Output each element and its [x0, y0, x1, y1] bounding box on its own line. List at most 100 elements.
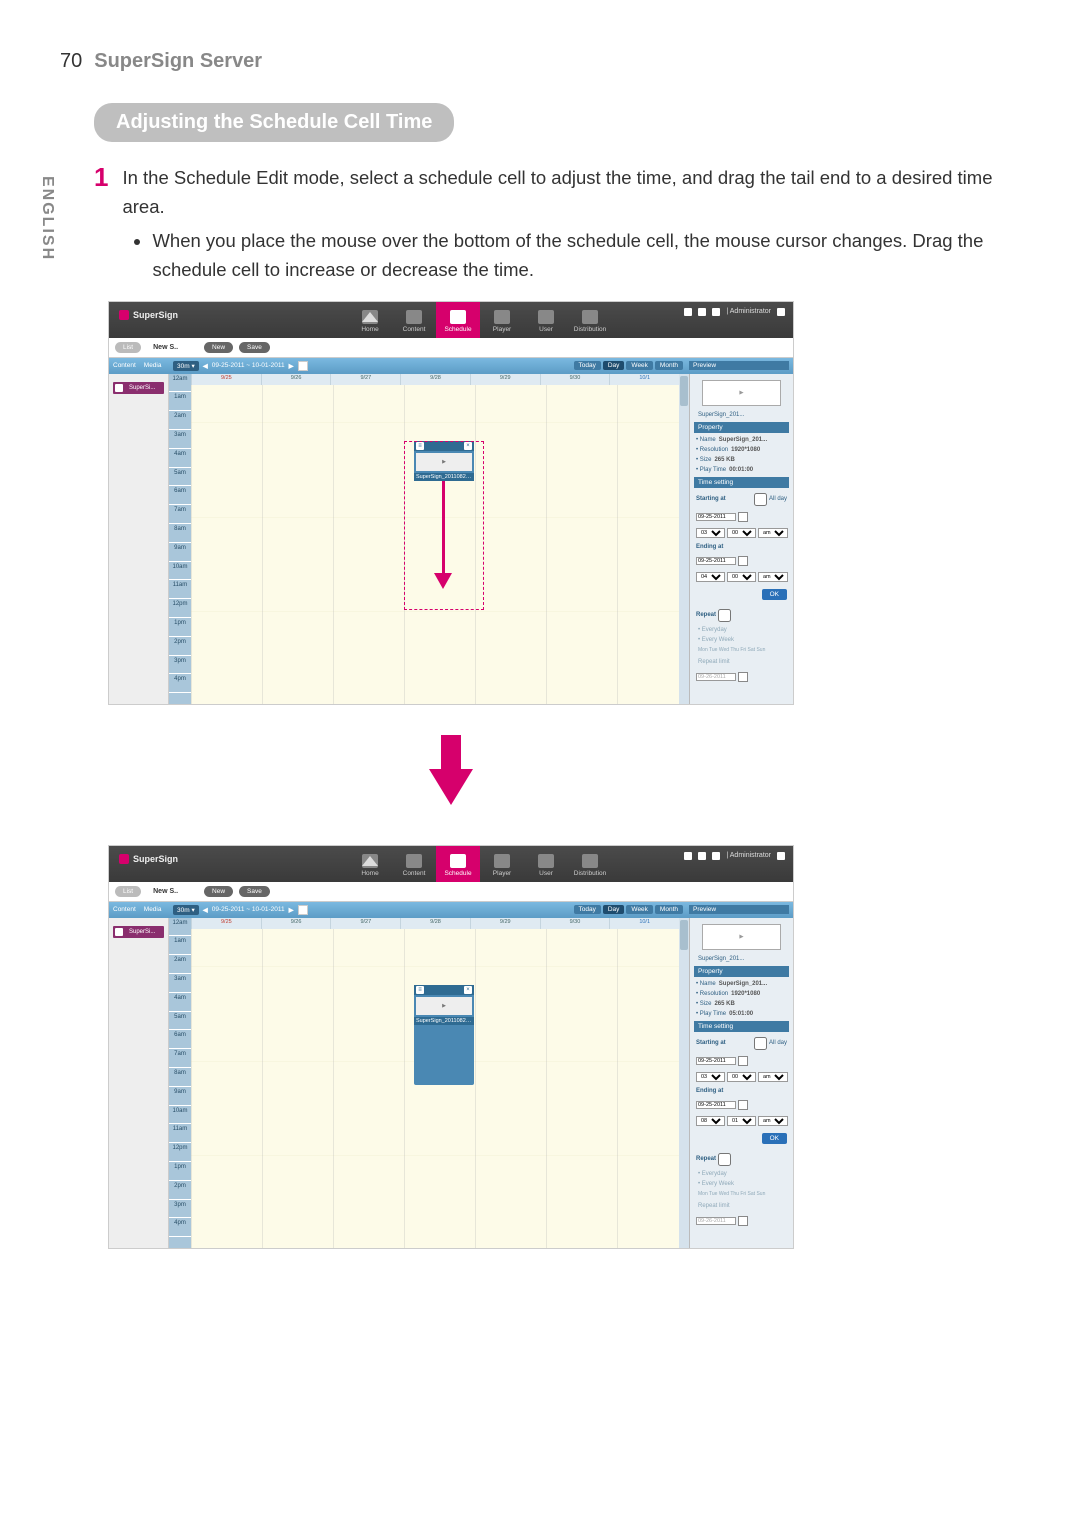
end-date-input[interactable] — [696, 1101, 736, 1109]
start-ampm[interactable]: am — [758, 528, 788, 538]
content-tab[interactable]: Content — [113, 906, 136, 913]
prev-week-button[interactable]: ◀ — [203, 362, 208, 370]
schedule-cell[interactable]: ≡ × ▶ SuperSign_20110824_01 — [414, 441, 474, 480]
new-button[interactable]: New — [204, 886, 233, 897]
content-tab[interactable]: Content — [113, 362, 136, 369]
timesetting-header: Time setting — [694, 1021, 789, 1032]
new-button[interactable]: New — [204, 342, 233, 353]
nav-schedule[interactable]: Schedule — [436, 302, 480, 338]
ok-button[interactable]: OK — [762, 589, 787, 600]
list-button[interactable]: List — [115, 886, 141, 897]
nav-label: Home — [361, 326, 378, 333]
sidebar-item[interactable]: SuperSi... — [113, 926, 164, 938]
repeat-limit-date[interactable] — [696, 1217, 736, 1225]
end-hour[interactable]: 04 — [696, 572, 725, 582]
event-close-icon[interactable]: × — [464, 986, 472, 994]
repeat-checkbox[interactable] — [718, 609, 731, 622]
start-hour[interactable]: 03 — [696, 528, 725, 538]
scrollbar[interactable] — [679, 918, 689, 1248]
schedule-icon — [450, 854, 466, 868]
calendar-icon[interactable] — [738, 1216, 748, 1226]
time-label: 3am — [169, 974, 191, 993]
nav-user[interactable]: User — [524, 846, 568, 882]
nav-player[interactable]: Player — [480, 302, 524, 338]
calendar-icon[interactable] — [298, 905, 308, 915]
start-hour[interactable]: 03 — [696, 1072, 725, 1082]
tab-new-schedule[interactable]: New S.. — [147, 888, 184, 895]
allday-checkbox[interactable] — [754, 1037, 767, 1050]
schedule-cell[interactable]: ≡×▶SuperSign_20110824_01 — [414, 985, 474, 1085]
view-month[interactable]: Month — [655, 905, 683, 914]
event-label: SuperSign_20110824_01 — [414, 473, 474, 481]
day-header: 9/27 — [330, 918, 400, 929]
list-button[interactable]: List — [115, 342, 141, 353]
end-date-input[interactable] — [696, 557, 736, 565]
nav-home[interactable]: Home — [348, 302, 392, 338]
save-button[interactable]: Save — [239, 342, 270, 353]
event-thumbnail: ▶ — [416, 453, 472, 471]
scrollbar[interactable] — [679, 374, 689, 704]
end-hour[interactable]: 08 — [696, 1116, 725, 1126]
nav-label: Schedule — [444, 326, 471, 333]
schedule-grid[interactable]: 9/259/269/279/289/299/3010/1≡×▶SuperSign… — [191, 385, 679, 704]
media-tab[interactable]: Media — [144, 906, 162, 913]
ok-button[interactable]: OK — [762, 1133, 787, 1144]
time-label: 11am — [169, 1124, 191, 1143]
media-tab[interactable]: Media — [144, 362, 162, 369]
nav-home[interactable]: Home — [348, 846, 392, 882]
start-min[interactable]: 00 — [727, 528, 756, 538]
time-label: 12am — [169, 374, 191, 393]
prop-size: • Size265 KB — [694, 1001, 789, 1007]
nav-user[interactable]: User — [524, 302, 568, 338]
view-day[interactable]: Day — [603, 361, 625, 370]
calendar-icon[interactable] — [738, 1056, 748, 1066]
allday-checkbox[interactable] — [754, 493, 767, 506]
end-ampm[interactable]: am — [758, 1116, 788, 1126]
end-min[interactable]: 00 — [727, 572, 756, 582]
schedule-grid[interactable]: 9/259/269/279/289/299/3010/1≡×▶SuperSign… — [191, 929, 679, 1248]
nav-distribution[interactable]: Distribution — [568, 846, 612, 882]
event-thumbnail: ▶ — [416, 997, 472, 1015]
prev-week-button[interactable]: ◀ — [203, 906, 208, 914]
nav-content[interactable]: Content — [392, 302, 436, 338]
nav-schedule[interactable]: Schedule — [436, 846, 480, 882]
view-week[interactable]: Week — [626, 905, 653, 914]
repeat-limit-label: Repeat limit — [694, 657, 789, 667]
next-week-button[interactable]: ▶ — [289, 906, 294, 914]
nav-label: Player — [493, 326, 511, 333]
event-resize-top-icon[interactable]: ≡ — [416, 986, 424, 994]
sidebar-item[interactable]: SuperSi... — [113, 382, 164, 394]
tab-new-schedule[interactable]: New S.. — [147, 344, 184, 351]
view-month[interactable]: Month — [655, 361, 683, 370]
calendar-icon[interactable] — [738, 672, 748, 682]
nav-distribution[interactable]: Distribution — [568, 302, 612, 338]
today-button[interactable]: Today — [574, 361, 601, 370]
end-min[interactable]: 01 — [727, 1116, 756, 1126]
repeat-limit-date[interactable] — [696, 673, 736, 681]
prop-playtime: • Play Time05:01:00 — [694, 1011, 789, 1017]
zoom-select[interactable]: 30m ▾ — [173, 361, 199, 371]
next-week-button[interactable]: ▶ — [289, 362, 294, 370]
start-min[interactable]: 00 — [727, 1072, 756, 1082]
today-button[interactable]: Today — [574, 905, 601, 914]
save-button[interactable]: Save — [239, 886, 270, 897]
calendar-icon[interactable] — [738, 512, 748, 522]
view-week[interactable]: Week — [626, 361, 653, 370]
event-close-icon[interactable]: × — [464, 442, 472, 450]
calendar-icon[interactable] — [738, 556, 748, 566]
start-date-input[interactable] — [696, 513, 736, 521]
allday-label: All day — [769, 1040, 787, 1046]
nav-content[interactable]: Content — [392, 846, 436, 882]
nav-player[interactable]: Player — [480, 846, 524, 882]
end-ampm[interactable]: am — [758, 572, 788, 582]
repeat-checkbox[interactable] — [718, 1153, 731, 1166]
start-ampm[interactable]: am — [758, 1072, 788, 1082]
zoom-select[interactable]: 30m ▾ — [173, 905, 199, 915]
calendar-icon[interactable] — [738, 1100, 748, 1110]
calendar-icon[interactable] — [298, 361, 308, 371]
event-resize-top-icon[interactable]: ≡ — [416, 442, 424, 450]
view-day[interactable]: Day — [603, 905, 625, 914]
time-label: 10am — [169, 1106, 191, 1125]
start-date-input[interactable] — [696, 1057, 736, 1065]
running-header: 70 SuperSign Server — [60, 50, 1020, 73]
